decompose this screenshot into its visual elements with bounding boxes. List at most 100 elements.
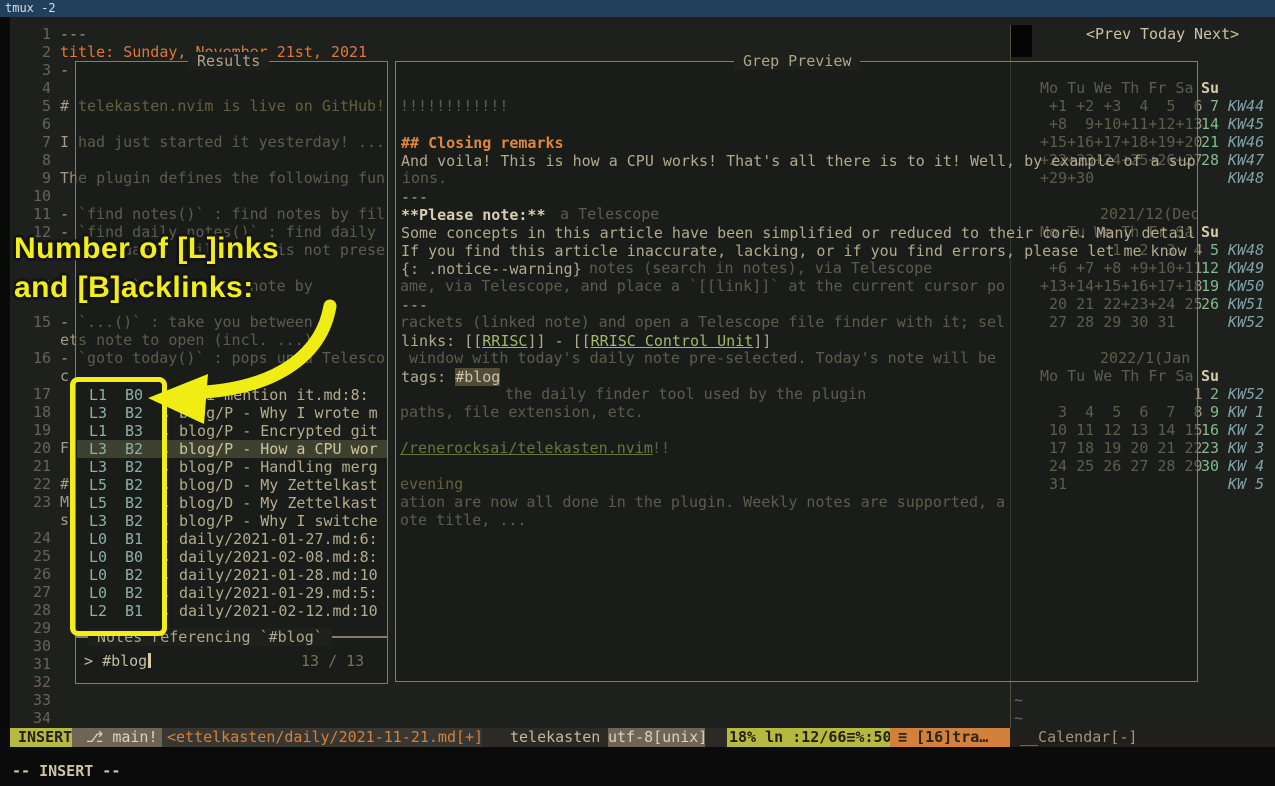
calendar-sunday[interactable]: 14 [1201,115,1219,133]
prompt-window: Notes referencing `#blog` > #blog 13 / 1… [75,637,388,684]
mode-message: -- INSERT -- [12,762,120,780]
search-input[interactable]: > #blog [84,652,151,670]
line-number: 2 [10,43,51,61]
line-number: 26 [10,565,51,583]
encoding: utf-8[unix] [608,728,705,747]
calendar-sunday[interactable]: 30 [1201,457,1219,475]
preview-window-title: Grep Preview [734,52,860,70]
calendar-sunday[interactable]: 23 [1201,439,1219,457]
next-button[interactable]: Next> [1194,25,1239,43]
line-number: 3 [10,61,51,79]
calendar-sunday-header: Su [1201,367,1219,385]
text-fragment: --- [60,25,87,43]
preview-text: ]] - [[ [527,332,590,350]
text-fragment: s [60,511,69,529]
command-line: -- INSERT -- [12,762,120,780]
text-fragment: M [60,493,69,511]
preview-text: ## Closing remarks [401,134,564,152]
line-number: 24 [10,529,51,547]
line-number: 25 [10,547,51,565]
mode-indicator: INSERT [10,728,72,747]
line-number: 11 [10,205,51,223]
git-branch: ⎇ main! [72,728,162,747]
preview-line: And voila! This is how a CPU works! That… [401,152,1196,170]
line-number: 6 [10,115,51,133]
result-label: daily/2021-02-12.md:10 [179,602,378,620]
result-label: daily/2021-01-28.md:10 [179,566,378,584]
wiki-link[interactable]: RRISC [482,332,527,350]
prev-button[interactable]: <Prev [1086,25,1131,43]
calendar-sunday[interactable]: 12 [1201,259,1219,277]
preview-text: {: .notice--warning} [401,260,582,278]
text-fragment: T [60,169,69,187]
annotation-arrow-icon [118,278,348,428]
preview-text: ]] [753,332,771,350]
calendar-week-number: KW47 [1228,151,1264,169]
line-number: 5 [10,97,51,115]
line-number: 19 [10,421,51,439]
calendar-week-number: KW49 [1228,259,1264,277]
warnings: ≡ [16]tra… [890,728,1010,747]
preview-text: Some concepts in this article have been … [401,224,1196,242]
preview-line: ## Closing remarks [401,134,564,152]
line-number: 31 [10,655,51,673]
calendar-week-number: KW52 [1228,313,1264,331]
line-number: 23 [10,493,51,511]
result-label: daily/2021-02-08.md:8: [179,548,378,566]
preview-line: Some concepts in this article have been … [401,224,1196,242]
preview-line: --- [401,296,428,314]
calendar-week-number: KW52 [1228,385,1264,403]
today-button[interactable]: Today [1140,25,1185,43]
calendar-sunday-header: Su [1201,223,1219,241]
calendar-week-number: KW45 [1228,115,1264,133]
line-number: 15 [10,313,51,331]
preview-line: If you find this article inaccurate, lac… [401,242,1187,260]
preview-text: links: [[ [401,332,482,350]
calendar-sunday[interactable]: 26 [1201,295,1219,313]
result-label: blog/D - My Zettelkast [179,494,378,512]
calendar-sunday[interactable]: 21 [1201,133,1219,151]
calendar-sunday[interactable]: 2 [1201,385,1219,403]
calendar-week-number: KW 2 [1228,421,1264,439]
preview-text: --- [401,296,428,314]
calendar-sunday[interactable]: 9 [1201,403,1219,421]
line-number: 22 [10,475,51,493]
calendar-sunday[interactable]: 19 [1201,277,1219,295]
calendar-sunday[interactable]: 7 [1201,97,1219,115]
file-path: <ettelkasten/daily/2021-11-21.md[+] [162,728,482,747]
results-window-title: Results [188,52,269,70]
line-number: 8 [10,151,51,169]
calendar-week-number: KW 5 [1228,475,1264,493]
line-number: 21 [10,457,51,475]
calendar-week-number: KW50 [1228,277,1264,295]
calendar-status: __Calendar[-] [1010,728,1275,747]
calendar-week-number: KW 4 [1228,457,1264,475]
preview-text: --- [401,188,428,206]
result-label: daily/2021-01-27.md:6: [179,530,378,548]
spacer [705,728,727,747]
wiki-link[interactable]: RRISC Control Unit [591,332,754,350]
calendar-week-number: KW46 [1228,133,1264,151]
statusline: INSERT⎇ main!<ettelkasten/daily/2021-11-… [0,728,1275,747]
line-number: 20 [10,439,51,457]
preview-text: And voila! This is how a CPU works! That… [401,152,1196,170]
line-number: 9 [10,169,51,187]
calendar-week-number: KW 1 [1228,403,1264,421]
text-fragment: c [60,367,69,385]
preview-text: **Please note:** [401,206,546,224]
calendar-sunday[interactable]: 16 [1201,421,1219,439]
text-fragment: e [60,331,69,349]
annotation-line1: Number of [L]inks [14,240,279,258]
text-fragment: # [60,475,69,493]
result-label: blog/P - Handling merg [179,458,378,476]
dark-box [1011,25,1032,57]
calendar-week-number: KW48 [1228,169,1264,187]
preview-line: {: .notice--warning} [401,260,582,278]
calendar-sunday[interactable]: 28 [1201,151,1219,169]
calendar-sunday-header: Su [1201,79,1219,97]
calendar-sunday[interactable]: 5 [1201,241,1219,259]
preview-text: tags: [401,368,455,386]
empty-line-tilde: ~ [1014,691,1023,709]
calendar-week-number: KW48 [1228,241,1264,259]
preview-text: If you find this article inaccurate, lac… [401,242,1187,260]
